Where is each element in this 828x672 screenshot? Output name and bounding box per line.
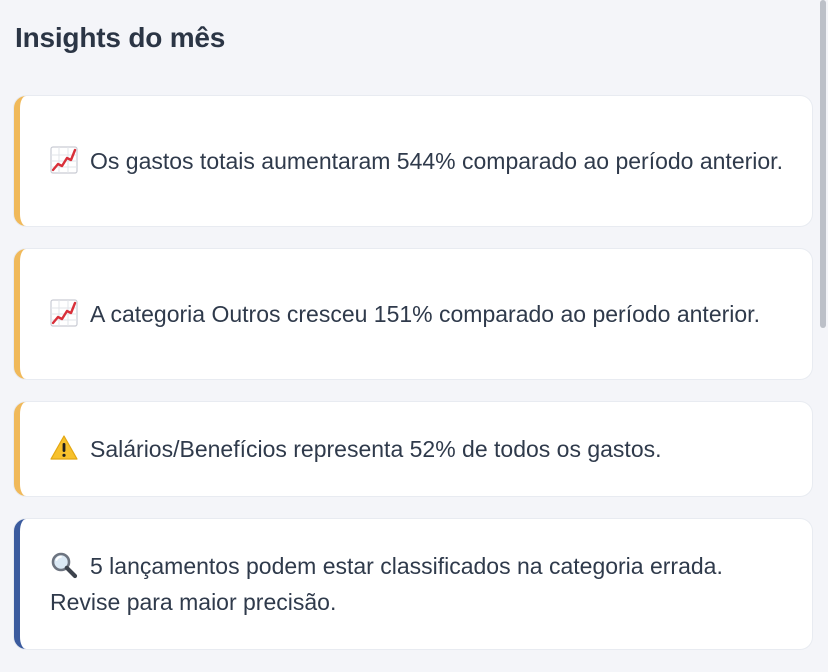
insight-card-category-growth: A categoria Outros cresceu 151% comparad… <box>14 249 812 379</box>
scrollbar-thumb[interactable] <box>820 0 826 328</box>
insight-text: Salários/Benefícios representa 52% de to… <box>50 431 662 467</box>
warning-icon <box>50 434 78 462</box>
chart-increasing-icon <box>50 299 78 327</box>
insight-card-total-spending: Os gastos totais aumentaram 544% compara… <box>14 96 812 226</box>
scrollbar[interactable] <box>816 0 828 672</box>
insight-card-misclassified-entries: 5 lançamentos podem estar classificados … <box>14 519 812 649</box>
insights-panel: Insights do mês Os gastos totais aumenta… <box>0 0 828 672</box>
insight-card-salaries-share: Salários/Benefícios representa 52% de to… <box>14 402 812 496</box>
chart-increasing-icon <box>50 146 78 174</box>
section-title: Insights do mês <box>15 22 226 53</box>
insight-text: 5 lançamentos podem estar classificados … <box>50 548 784 620</box>
insight-message: Salários/Benefícios representa 52% de to… <box>90 436 662 462</box>
insight-message: A categoria Outros cresceu 151% comparad… <box>90 301 760 327</box>
insight-message: 5 lançamentos podem estar classificados … <box>50 553 723 615</box>
magnifier-icon <box>50 551 78 579</box>
insight-text: A categoria Outros cresceu 151% comparad… <box>50 296 760 332</box>
insight-text: Os gastos totais aumentaram 544% compara… <box>50 143 783 179</box>
insight-message: Os gastos totais aumentaram 544% compara… <box>90 148 783 174</box>
